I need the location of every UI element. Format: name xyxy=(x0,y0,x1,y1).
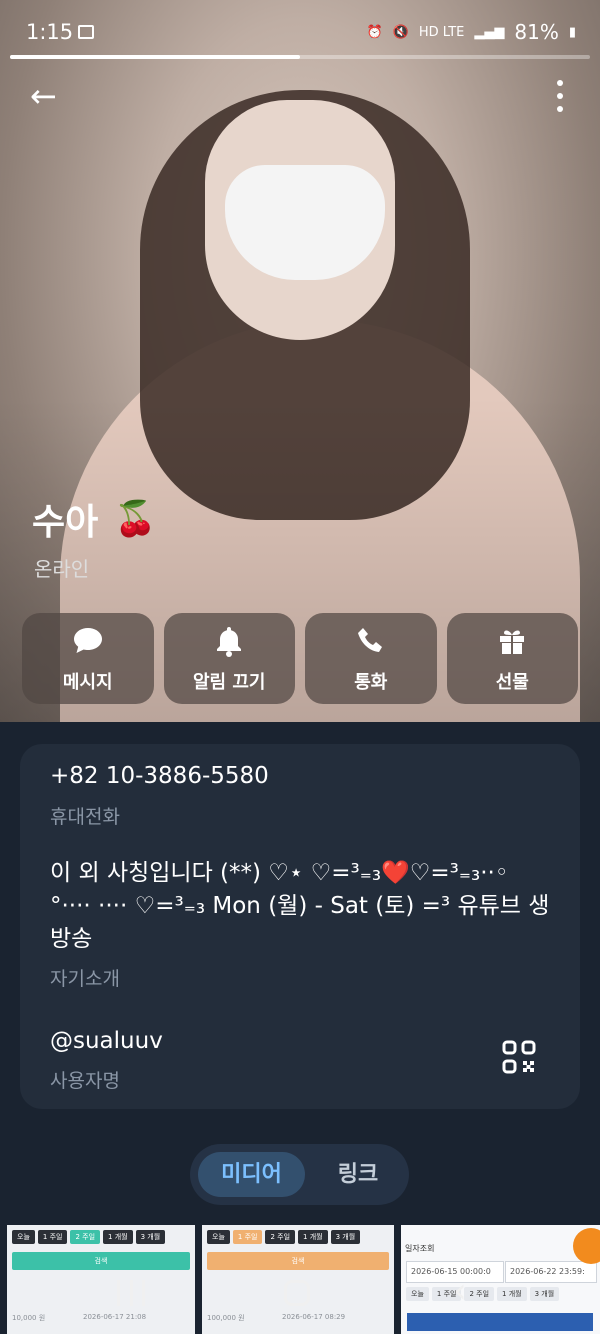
back-arrow-icon[interactable]: ← xyxy=(30,78,66,114)
phone-number-label: 휴대전화 xyxy=(50,806,120,828)
thumb2-chips: 오늘 1 주일 2 주일 1 개월 3 개월 xyxy=(207,1230,361,1244)
gift-button[interactable]: 선물 xyxy=(446,613,578,704)
call-button[interactable]: 통화 xyxy=(305,613,437,704)
bio-text: 이 외 사칭입니다 (**) ♡⋆ ♡=³₌₃❤️♡=³₌₃··◦ °···· … xyxy=(50,860,550,952)
message-button[interactable]: 메시지 xyxy=(22,613,154,704)
gift-button-label: 선물 xyxy=(495,671,529,693)
online-status: 온라인 xyxy=(34,557,90,581)
thumb2-chip: 2 주일 xyxy=(265,1230,296,1244)
recents-icon[interactable] xyxy=(117,1280,145,1306)
tab-media[interactable]: 미디어 xyxy=(198,1152,305,1197)
username[interactable]: @sualuuv xyxy=(50,1028,163,1054)
tab-links[interactable]: 링크 xyxy=(315,1152,401,1197)
thumb1-chip: 1 개월 xyxy=(103,1230,133,1244)
bell-icon xyxy=(212,624,246,658)
thumb1-chip: 3 개월 xyxy=(135,1230,166,1244)
thumb3-title: 일자조회 xyxy=(405,1244,435,1253)
chat-bubble-icon xyxy=(71,624,105,658)
thumb1-chip: 오늘 xyxy=(12,1230,35,1244)
more-options-icon[interactable] xyxy=(554,80,566,112)
message-button-label: 메시지 xyxy=(62,671,113,693)
mute-icon: 🔇 xyxy=(392,24,409,40)
phone-number[interactable]: +82 10-3886-5580 xyxy=(50,763,269,789)
battery-level: 81% xyxy=(514,20,559,44)
phone-icon xyxy=(354,624,388,658)
battery-icon: ▮ xyxy=(568,24,576,40)
thumb2-chip: 1 개월 xyxy=(298,1230,328,1244)
signal-icon: ▂▄▆ xyxy=(474,24,505,40)
thumb1-chip-active: 2 주일 xyxy=(70,1230,101,1244)
status-time: 1:15 xyxy=(26,20,74,44)
profile-name: 수아 xyxy=(32,502,99,543)
action-buttons: 메시지 알림 끄기 통화 선물 xyxy=(22,613,578,704)
thumb2-chip: 오늘 xyxy=(207,1230,230,1244)
profile-info-card: +82 10-3886-5580 휴대전화 이 외 사칭입니다 (**) ♡⋆ … xyxy=(20,744,580,1109)
bio-label: 자기소개 xyxy=(50,968,120,990)
thumb2-chip: 3 개월 xyxy=(330,1230,361,1244)
system-navigation-bar: ‹ xyxy=(0,1262,600,1334)
mute-notifications-label: 알림 끄기 xyxy=(192,671,266,693)
home-icon[interactable] xyxy=(284,1280,310,1306)
gallery-notification-icon xyxy=(78,25,94,39)
thumb1-chips: 오늘 1 주일 2 주일 1 개월 3 개월 xyxy=(12,1230,166,1244)
profile-name-row: 수아 🍒 xyxy=(32,493,157,545)
cherry-emoji-icon: 🍒 xyxy=(114,499,157,539)
media-link-tabs: 미디어 링크 xyxy=(190,1144,409,1205)
mute-notifications-button[interactable]: 알림 끄기 xyxy=(163,613,295,704)
alarm-icon: ⏰ xyxy=(366,24,383,40)
qr-code-icon[interactable] xyxy=(502,1040,536,1074)
story-progress-bar xyxy=(10,55,590,59)
username-label: 사용자명 xyxy=(50,1070,120,1092)
story-progress-fill xyxy=(10,55,300,59)
nav-back-icon[interactable]: ‹ xyxy=(453,1274,467,1308)
thumb2-chip-active: 1 주일 xyxy=(232,1230,263,1244)
gift-icon xyxy=(495,624,529,658)
status-icons: ⏰ 🔇 HD LTE ▂▄▆ 81% ▮ xyxy=(366,20,576,44)
status-bar: 1:15 ⏰ 🔇 HD LTE ▂▄▆ 81% ▮ xyxy=(0,0,600,60)
call-button-label: 통화 xyxy=(354,671,388,693)
network-label: HD LTE xyxy=(418,24,465,40)
thumb1-chip: 1 주일 xyxy=(37,1230,68,1244)
